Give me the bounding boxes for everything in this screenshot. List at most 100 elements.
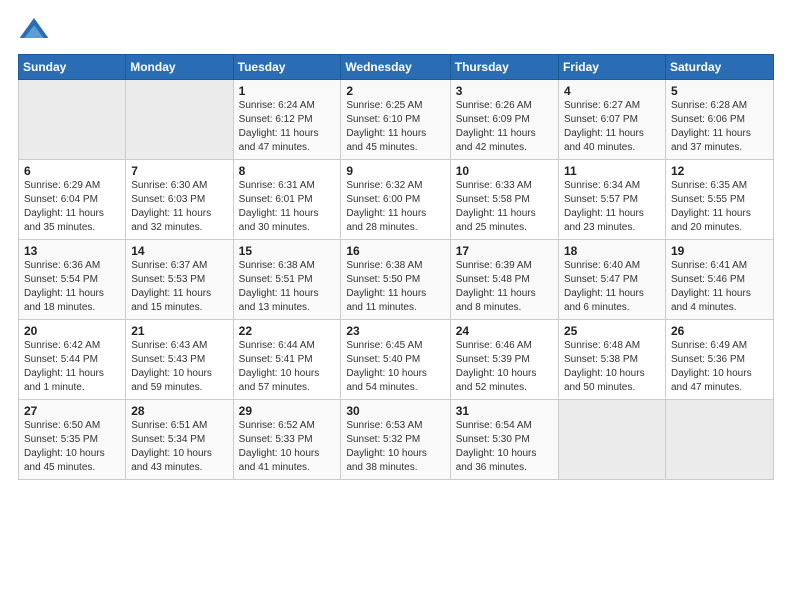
logo [18, 14, 54, 46]
day-number: 7 [131, 164, 227, 178]
day-info: Sunrise: 6:26 AM Sunset: 6:09 PM Dayligh… [456, 99, 553, 155]
day-number: 8 [239, 164, 336, 178]
day-cell: 17Sunrise: 6:39 AM Sunset: 5:48 PM Dayli… [450, 240, 558, 320]
day-info: Sunrise: 6:39 AM Sunset: 5:48 PM Dayligh… [456, 259, 553, 315]
day-cell: 29Sunrise: 6:52 AM Sunset: 5:33 PM Dayli… [233, 400, 341, 480]
day-number: 6 [24, 164, 120, 178]
day-cell [126, 80, 233, 160]
day-number: 25 [564, 324, 660, 338]
week-row-4: 20Sunrise: 6:42 AM Sunset: 5:44 PM Dayli… [19, 320, 774, 400]
weekday-header-tuesday: Tuesday [233, 55, 341, 80]
day-info: Sunrise: 6:24 AM Sunset: 6:12 PM Dayligh… [239, 99, 336, 155]
week-row-2: 6Sunrise: 6:29 AM Sunset: 6:04 PM Daylig… [19, 160, 774, 240]
day-number: 10 [456, 164, 553, 178]
day-cell: 10Sunrise: 6:33 AM Sunset: 5:58 PM Dayli… [450, 160, 558, 240]
day-info: Sunrise: 6:31 AM Sunset: 6:01 PM Dayligh… [239, 179, 336, 235]
day-cell: 20Sunrise: 6:42 AM Sunset: 5:44 PM Dayli… [19, 320, 126, 400]
calendar-table: SundayMondayTuesdayWednesdayThursdayFrid… [18, 54, 774, 480]
day-number: 30 [346, 404, 444, 418]
day-number: 13 [24, 244, 120, 258]
day-number: 19 [671, 244, 768, 258]
day-cell: 4Sunrise: 6:27 AM Sunset: 6:07 PM Daylig… [558, 80, 665, 160]
logo-icon [18, 14, 50, 46]
day-info: Sunrise: 6:35 AM Sunset: 5:55 PM Dayligh… [671, 179, 768, 235]
day-info: Sunrise: 6:28 AM Sunset: 6:06 PM Dayligh… [671, 99, 768, 155]
day-number: 16 [346, 244, 444, 258]
day-info: Sunrise: 6:27 AM Sunset: 6:07 PM Dayligh… [564, 99, 660, 155]
page: SundayMondayTuesdayWednesdayThursdayFrid… [0, 0, 792, 612]
day-cell: 31Sunrise: 6:54 AM Sunset: 5:30 PM Dayli… [450, 400, 558, 480]
day-info: Sunrise: 6:38 AM Sunset: 5:50 PM Dayligh… [346, 259, 444, 315]
day-cell: 8Sunrise: 6:31 AM Sunset: 6:01 PM Daylig… [233, 160, 341, 240]
day-number: 27 [24, 404, 120, 418]
day-info: Sunrise: 6:37 AM Sunset: 5:53 PM Dayligh… [131, 259, 227, 315]
day-cell: 15Sunrise: 6:38 AM Sunset: 5:51 PM Dayli… [233, 240, 341, 320]
day-cell: 23Sunrise: 6:45 AM Sunset: 5:40 PM Dayli… [341, 320, 450, 400]
day-number: 17 [456, 244, 553, 258]
day-cell: 14Sunrise: 6:37 AM Sunset: 5:53 PM Dayli… [126, 240, 233, 320]
day-info: Sunrise: 6:52 AM Sunset: 5:33 PM Dayligh… [239, 419, 336, 475]
day-number: 5 [671, 84, 768, 98]
day-cell: 7Sunrise: 6:30 AM Sunset: 6:03 PM Daylig… [126, 160, 233, 240]
week-row-3: 13Sunrise: 6:36 AM Sunset: 5:54 PM Dayli… [19, 240, 774, 320]
day-cell [19, 80, 126, 160]
day-number: 18 [564, 244, 660, 258]
day-info: Sunrise: 6:42 AM Sunset: 5:44 PM Dayligh… [24, 339, 120, 395]
day-number: 23 [346, 324, 444, 338]
weekday-header-friday: Friday [558, 55, 665, 80]
day-info: Sunrise: 6:25 AM Sunset: 6:10 PM Dayligh… [346, 99, 444, 155]
day-cell: 9Sunrise: 6:32 AM Sunset: 6:00 PM Daylig… [341, 160, 450, 240]
day-info: Sunrise: 6:32 AM Sunset: 6:00 PM Dayligh… [346, 179, 444, 235]
day-info: Sunrise: 6:29 AM Sunset: 6:04 PM Dayligh… [24, 179, 120, 235]
header [18, 10, 774, 46]
day-info: Sunrise: 6:45 AM Sunset: 5:40 PM Dayligh… [346, 339, 444, 395]
day-cell: 11Sunrise: 6:34 AM Sunset: 5:57 PM Dayli… [558, 160, 665, 240]
day-info: Sunrise: 6:43 AM Sunset: 5:43 PM Dayligh… [131, 339, 227, 395]
week-row-1: 1Sunrise: 6:24 AM Sunset: 6:12 PM Daylig… [19, 80, 774, 160]
day-info: Sunrise: 6:51 AM Sunset: 5:34 PM Dayligh… [131, 419, 227, 475]
day-number: 22 [239, 324, 336, 338]
day-cell: 30Sunrise: 6:53 AM Sunset: 5:32 PM Dayli… [341, 400, 450, 480]
day-info: Sunrise: 6:40 AM Sunset: 5:47 PM Dayligh… [564, 259, 660, 315]
day-cell: 19Sunrise: 6:41 AM Sunset: 5:46 PM Dayli… [665, 240, 773, 320]
day-info: Sunrise: 6:50 AM Sunset: 5:35 PM Dayligh… [24, 419, 120, 475]
day-number: 12 [671, 164, 768, 178]
day-cell: 24Sunrise: 6:46 AM Sunset: 5:39 PM Dayli… [450, 320, 558, 400]
day-cell: 12Sunrise: 6:35 AM Sunset: 5:55 PM Dayli… [665, 160, 773, 240]
day-cell: 28Sunrise: 6:51 AM Sunset: 5:34 PM Dayli… [126, 400, 233, 480]
day-number: 31 [456, 404, 553, 418]
day-cell: 26Sunrise: 6:49 AM Sunset: 5:36 PM Dayli… [665, 320, 773, 400]
day-info: Sunrise: 6:46 AM Sunset: 5:39 PM Dayligh… [456, 339, 553, 395]
weekday-header-wednesday: Wednesday [341, 55, 450, 80]
day-number: 2 [346, 84, 444, 98]
day-info: Sunrise: 6:30 AM Sunset: 6:03 PM Dayligh… [131, 179, 227, 235]
day-cell: 3Sunrise: 6:26 AM Sunset: 6:09 PM Daylig… [450, 80, 558, 160]
day-cell: 6Sunrise: 6:29 AM Sunset: 6:04 PM Daylig… [19, 160, 126, 240]
day-number: 20 [24, 324, 120, 338]
day-number: 4 [564, 84, 660, 98]
day-number: 26 [671, 324, 768, 338]
day-number: 29 [239, 404, 336, 418]
day-cell: 18Sunrise: 6:40 AM Sunset: 5:47 PM Dayli… [558, 240, 665, 320]
day-cell [665, 400, 773, 480]
day-cell: 2Sunrise: 6:25 AM Sunset: 6:10 PM Daylig… [341, 80, 450, 160]
weekday-header-saturday: Saturday [665, 55, 773, 80]
day-cell: 22Sunrise: 6:44 AM Sunset: 5:41 PM Dayli… [233, 320, 341, 400]
day-info: Sunrise: 6:33 AM Sunset: 5:58 PM Dayligh… [456, 179, 553, 235]
day-info: Sunrise: 6:48 AM Sunset: 5:38 PM Dayligh… [564, 339, 660, 395]
day-info: Sunrise: 6:44 AM Sunset: 5:41 PM Dayligh… [239, 339, 336, 395]
day-number: 15 [239, 244, 336, 258]
day-number: 21 [131, 324, 227, 338]
day-number: 28 [131, 404, 227, 418]
day-info: Sunrise: 6:41 AM Sunset: 5:46 PM Dayligh… [671, 259, 768, 315]
day-number: 24 [456, 324, 553, 338]
day-info: Sunrise: 6:53 AM Sunset: 5:32 PM Dayligh… [346, 419, 444, 475]
day-info: Sunrise: 6:49 AM Sunset: 5:36 PM Dayligh… [671, 339, 768, 395]
day-number: 1 [239, 84, 336, 98]
day-info: Sunrise: 6:34 AM Sunset: 5:57 PM Dayligh… [564, 179, 660, 235]
day-cell: 21Sunrise: 6:43 AM Sunset: 5:43 PM Dayli… [126, 320, 233, 400]
day-number: 9 [346, 164, 444, 178]
day-number: 3 [456, 84, 553, 98]
day-number: 11 [564, 164, 660, 178]
day-cell: 25Sunrise: 6:48 AM Sunset: 5:38 PM Dayli… [558, 320, 665, 400]
